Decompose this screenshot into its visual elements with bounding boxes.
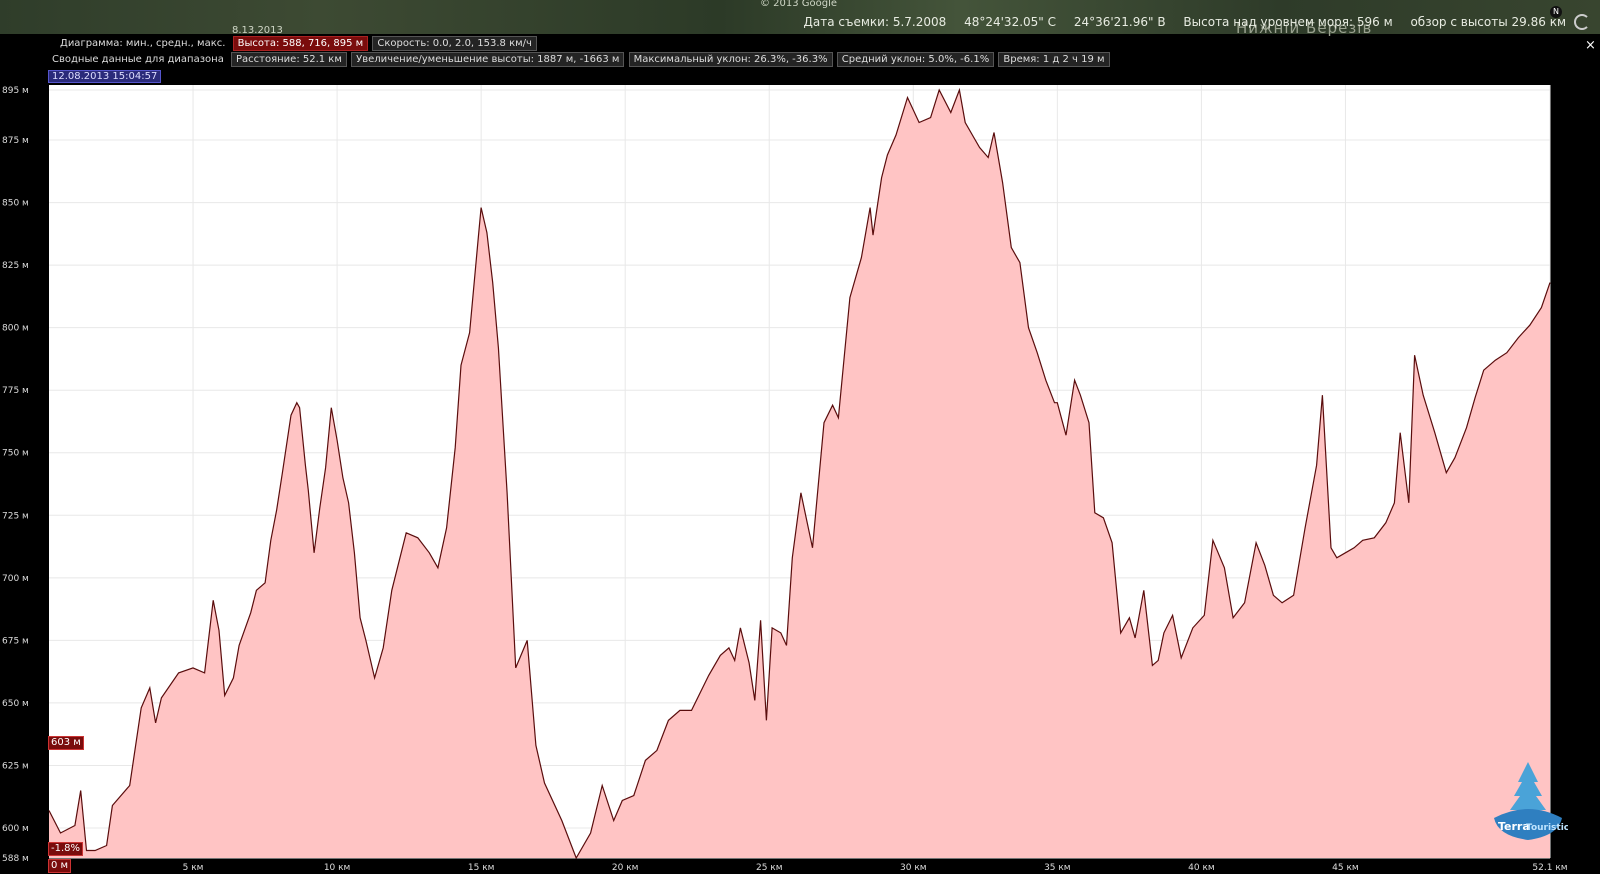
distance-marker[interactable]: 0 м <box>48 859 72 873</box>
x-tick-label: 20 км <box>612 863 639 873</box>
y-tick-label: 895 м <box>2 86 29 96</box>
y-tick-label: 600 м <box>2 824 29 834</box>
terra-touristica-logo: Terra Touristica <box>1494 762 1568 840</box>
x-axis-labels: 5 км 10 км 15 км 20 км 25 км 30 км 35 км 40 км 4… <box>183 863 1568 873</box>
x-tick-label: 40 км <box>1188 863 1215 873</box>
y-tick-label: 825 м <box>2 261 29 271</box>
y-tick-label: 700 м <box>2 574 29 584</box>
y-tick-label: 588 м <box>2 854 29 864</box>
x-tick-label: 35 км <box>1044 863 1071 873</box>
logo-text-1: Terra <box>1498 820 1530 833</box>
y-tick-label: 675 м <box>2 636 29 646</box>
slope-marker: -1.8% <box>48 842 84 856</box>
x-tick-label: 30 км <box>900 863 927 873</box>
start-elevation-marker: 603 м <box>48 736 84 750</box>
y-tick-label: 800 м <box>2 324 29 334</box>
y-tick-label: 650 м <box>2 699 29 709</box>
y-tick-label: 725 м <box>2 511 29 521</box>
elevation-chart[interactable]: 895 м 875 м 850 м 825 м 800 м 775 м 750 м 725 м… <box>0 0 1600 874</box>
x-tick-label: 10 км <box>324 863 351 873</box>
x-tick-label: 5 км <box>183 863 204 873</box>
x-tick-label: 52.1 км <box>1532 863 1567 873</box>
y-tick-label: 625 м <box>2 761 29 771</box>
y-tick-label: 775 м <box>2 386 29 396</box>
y-tick-label: 850 м <box>2 199 29 209</box>
logo-text-2: Touristica <box>1526 823 1568 833</box>
y-tick-label: 875 м <box>2 136 29 146</box>
x-tick-label: 15 км <box>468 863 495 873</box>
y-tick-label: 750 м <box>2 449 29 459</box>
x-tick-label: 25 км <box>756 863 783 873</box>
y-axis-labels: 895 м 875 м 850 м 825 м 800 м 775 м 750 м 725 м… <box>2 86 29 864</box>
x-tick-label: 45 км <box>1332 863 1359 873</box>
